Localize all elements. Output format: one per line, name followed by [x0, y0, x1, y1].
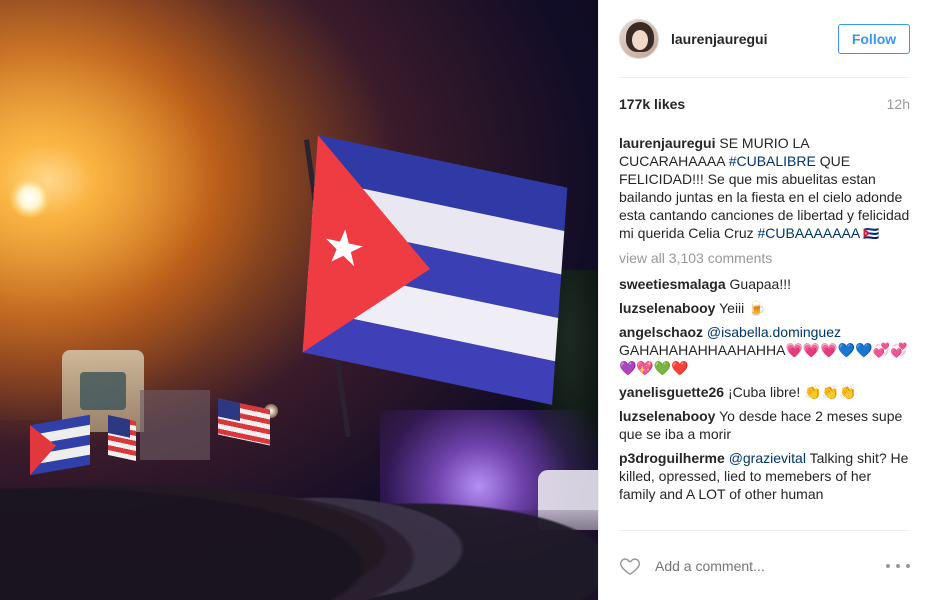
avatar[interactable]: [619, 18, 659, 59]
hashtag-link[interactable]: #CUBALIBRE: [729, 153, 816, 169]
comment-footer: [619, 530, 910, 600]
post-time[interactable]: 12h: [887, 96, 910, 112]
photo-crowd: [0, 430, 598, 600]
view-all-comments-link[interactable]: view all 3,103 comments: [619, 249, 910, 267]
comment-username[interactable]: luzselenabooy: [619, 408, 715, 424]
comment-username[interactable]: sweetiesmalaga: [619, 276, 726, 292]
post-meta: 177k likes 12h: [619, 96, 910, 112]
comment-item: luzselenabooy Yo desde hace 2 meses supe…: [619, 407, 910, 443]
photo-cuban-flag: ★: [302, 135, 568, 405]
post-photo[interactable]: ★: [0, 0, 598, 600]
comment-item: angelschaoz @isabella.dominguez GAHAHAHA…: [619, 323, 910, 377]
hashtag-link[interactable]: #CUBAAAAAAA: [758, 225, 860, 241]
comment-username[interactable]: p3droguilherme: [619, 450, 725, 466]
comment-item: luzselenabooy Yeiii 🍺: [619, 299, 910, 317]
mention-link[interactable]: @isabella.dominguez: [707, 324, 841, 340]
post-header: laurenjauregui Follow: [619, 0, 910, 78]
follow-button[interactable]: Follow: [838, 23, 910, 54]
post-side-panel: laurenjauregui Follow 177k likes 12h lau…: [598, 0, 930, 600]
comments-section[interactable]: laurenjauregui SE MURIO LA CUCARAHAAAA #…: [619, 134, 910, 530]
photo-street-lamp: [10, 178, 50, 218]
instagram-post: ★ laurenjauregui Follow 177k likes 12h l…: [0, 0, 930, 600]
heart-icon[interactable]: [619, 555, 641, 577]
cuba-flag-emoji: 🇨🇺: [863, 226, 880, 241]
more-options-icon[interactable]: [886, 563, 910, 568]
comment-item: p3droguilherme @grazievital Talking shit…: [619, 449, 910, 503]
comment-item: yanelisguette26 ¡Cuba libre! 👏👏👏: [619, 383, 910, 401]
comment-username[interactable]: angelschaoz: [619, 324, 703, 340]
comment-text: GAHAHAHAHHAAHAHHA💗💗💗💙💙💞💞💜💖💚❤️: [619, 342, 908, 376]
comment-text: ¡Cuba libre! 👏👏👏: [727, 384, 857, 400]
caption-username[interactable]: laurenjauregui: [619, 135, 715, 151]
add-comment-input[interactable]: [655, 557, 886, 574]
comment-username[interactable]: yanelisguette26: [619, 384, 724, 400]
comment-text: Guapaa!!!: [729, 276, 792, 292]
header-username[interactable]: laurenjauregui: [671, 31, 838, 47]
comment-text: Yeiii 🍺: [719, 300, 766, 316]
likes-count[interactable]: 177k likes: [619, 96, 685, 112]
mention-link[interactable]: @grazievital: [729, 450, 806, 466]
comment-username[interactable]: luzselenabooy: [619, 300, 715, 316]
caption: laurenjauregui SE MURIO LA CUCARAHAAAA #…: [619, 134, 910, 243]
comment-item: sweetiesmalaga Guapaa!!!: [619, 275, 910, 293]
